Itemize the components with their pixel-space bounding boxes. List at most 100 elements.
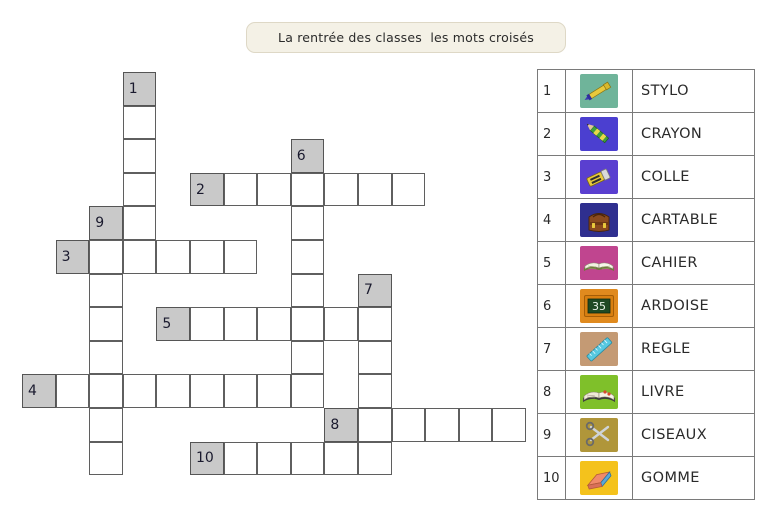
- legend-thumbnail: [565, 69, 633, 113]
- legend-number: 9: [537, 413, 566, 457]
- letter-cell[interactable]: [391, 408, 426, 442]
- letter-cell[interactable]: [290, 273, 325, 308]
- letter-cell[interactable]: [425, 408, 459, 442]
- scissors-icon: [580, 418, 618, 452]
- letter-cell[interactable]: [223, 441, 258, 476]
- legend-row: 4 CARTABLE: [537, 198, 755, 242]
- glue-stick-icon: [580, 160, 618, 194]
- letter-cell[interactable]: [89, 374, 123, 408]
- letter-cell[interactable]: [223, 240, 258, 274]
- legend-row: 5 CAHIER: [537, 241, 755, 285]
- legend-word: GOMME: [632, 456, 755, 500]
- legend-row: 9 CISEAUX: [537, 413, 755, 457]
- letter-cell[interactable]: [190, 374, 224, 408]
- clue-number-cell: 2: [190, 172, 224, 207]
- letter-cell[interactable]: [290, 172, 325, 207]
- clue-number: 8: [330, 416, 340, 433]
- letter-cell[interactable]: [458, 408, 493, 442]
- letter-cell[interactable]: [290, 307, 325, 341]
- legend-row: 6 35 ARDOISE: [537, 284, 755, 328]
- letter-cell[interactable]: [257, 307, 291, 341]
- letter-cell[interactable]: [358, 408, 392, 442]
- clue-number: 1: [128, 80, 138, 97]
- letter-cell[interactable]: [156, 374, 190, 408]
- letter-cell[interactable]: [290, 240, 325, 274]
- letter-cell[interactable]: [324, 172, 358, 207]
- legend-row: 3 COLLE: [537, 155, 755, 199]
- legend-word: ARDOISE: [632, 284, 755, 328]
- legend-word: CARTABLE: [632, 198, 755, 242]
- letter-cell[interactable]: [223, 172, 258, 207]
- letter-cell[interactable]: [223, 307, 258, 341]
- schoolbag-icon: [580, 203, 618, 237]
- legend-word: STYLO: [632, 69, 755, 113]
- legend-number: 5: [537, 241, 566, 285]
- letter-cell[interactable]: [358, 340, 392, 375]
- letter-cell[interactable]: [89, 340, 123, 375]
- letter-cell[interactable]: [290, 441, 325, 476]
- legend-row: 8 LIVRE: [537, 370, 755, 414]
- letter-cell[interactable]: [391, 172, 426, 207]
- letter-cell[interactable]: [492, 408, 526, 442]
- legend-thumbnail: [565, 370, 633, 414]
- letter-cell[interactable]: [122, 374, 157, 408]
- legend-word: CRAYON: [632, 112, 755, 156]
- letter-cell[interactable]: [89, 441, 123, 476]
- letter-cell[interactable]: [190, 240, 224, 274]
- letter-cell[interactable]: [358, 441, 392, 476]
- legend-table: 1 STYLO 2 CRAYON 3 COLLE 4 CARTABLE 5 CAHIER 6 35 AR…: [537, 69, 755, 500]
- legend-thumbnail: 35: [565, 284, 633, 328]
- letter-cell[interactable]: [257, 374, 291, 408]
- letter-cell[interactable]: [290, 206, 325, 240]
- letter-cell[interactable]: [122, 172, 157, 207]
- legend-word: CISEAUX: [632, 413, 755, 457]
- letter-cell[interactable]: [223, 374, 258, 408]
- letter-cell[interactable]: [257, 441, 291, 476]
- legend-word: LIVRE: [632, 370, 755, 414]
- legend-thumbnail: [565, 456, 633, 500]
- letter-cell[interactable]: [122, 105, 157, 140]
- letter-cell[interactable]: [324, 307, 358, 341]
- clue-number: 5: [162, 315, 172, 332]
- letter-cell[interactable]: [358, 172, 392, 207]
- clue-number: 6: [296, 147, 306, 164]
- letter-cell[interactable]: [89, 273, 123, 308]
- legend-thumbnail: [565, 155, 633, 199]
- clue-number: 7: [364, 282, 373, 299]
- letter-cell[interactable]: [89, 408, 123, 442]
- legend-word: CAHIER: [632, 241, 755, 285]
- legend-thumbnail: [565, 112, 633, 156]
- legend-thumbnail: [565, 413, 633, 457]
- pencil-icon: [580, 117, 618, 151]
- letter-cell[interactable]: [122, 206, 157, 240]
- clue-number-cell: 10: [190, 441, 224, 476]
- legend-row: 2 CRAYON: [537, 112, 755, 156]
- legend-number: 8: [537, 370, 566, 414]
- clue-number-cell: 6: [290, 139, 325, 173]
- clue-number-cell: 4: [22, 374, 56, 408]
- letter-cell[interactable]: [358, 374, 392, 408]
- letter-cell[interactable]: [55, 374, 90, 408]
- letter-cell[interactable]: [122, 240, 157, 274]
- letter-cell[interactable]: [290, 340, 325, 375]
- book-icon: [580, 375, 618, 409]
- clue-number: 3: [61, 248, 71, 265]
- notebook-icon: [580, 246, 618, 280]
- letter-cell[interactable]: [156, 240, 190, 274]
- letter-cell[interactable]: [290, 374, 325, 408]
- clue-number: 4: [28, 383, 37, 400]
- legend-row: 10 GOMME: [537, 456, 755, 500]
- letter-cell[interactable]: [190, 307, 224, 341]
- letter-cell[interactable]: [257, 172, 291, 207]
- legend-number: 10: [537, 456, 566, 500]
- letter-cell[interactable]: [358, 307, 392, 341]
- letter-cell[interactable]: [122, 139, 157, 173]
- letter-cell[interactable]: [324, 441, 358, 476]
- slate-board-icon: 35: [580, 289, 618, 323]
- legend-number: 7: [537, 327, 566, 371]
- clue-number-cell: 1: [122, 72, 157, 106]
- legend-number: 4: [537, 198, 566, 242]
- letter-cell[interactable]: [89, 240, 123, 274]
- letter-cell[interactable]: [89, 307, 123, 341]
- svg-text:35: 35: [592, 300, 606, 313]
